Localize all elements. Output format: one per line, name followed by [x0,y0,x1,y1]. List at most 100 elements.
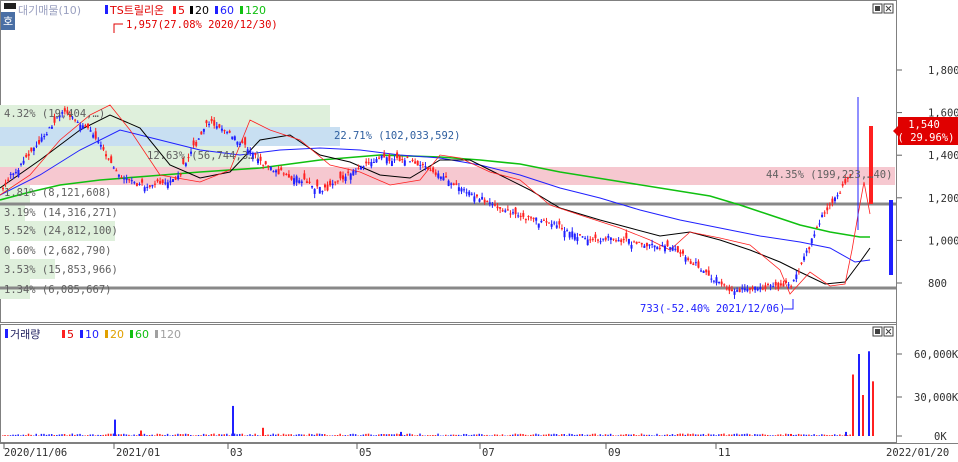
volume-bar [123,433,125,436]
candle-body [730,289,733,291]
candle-body [17,169,20,177]
volume-bar [568,433,571,436]
candle-body [450,183,453,185]
volume-bar [323,434,326,436]
candle-body [609,237,612,240]
candle-body [723,284,726,286]
volume-spike-bar [845,431,847,436]
volume-bar [748,434,751,436]
vp-label-6: 5.52% (24,812,100) [4,225,118,237]
candle-body [792,280,795,282]
candle-body [795,274,798,280]
volume-bar [548,433,550,436]
volume-bar [107,433,110,436]
volume-bar [741,434,743,436]
candle-body [226,132,229,134]
x-label-07: 07 [482,447,495,459]
volume-bar [187,434,189,436]
volume-bar [300,434,303,436]
candle-body [115,170,118,172]
candle-body [79,124,82,131]
volume-bar [493,434,496,436]
volume-bar [501,434,504,436]
volume-bar [512,434,514,436]
candle-body [40,137,43,142]
candle-body [643,245,646,248]
volume-bar [396,433,398,436]
candle-body [540,220,543,223]
candle-body [143,187,146,192]
candle-body [687,258,690,260]
candle-body [403,160,406,166]
candle-body [684,257,687,262]
volume-bar [74,434,76,436]
volume-panel-frame [0,324,897,443]
volume-bar [388,434,390,436]
candle-body [141,179,144,183]
volume-bar [148,435,151,436]
volume-bar [352,433,354,436]
volume-bar [622,434,625,436]
volume-bar [517,434,519,436]
volume-bar [200,435,202,436]
volume-bar [233,433,236,436]
volume-bar [81,435,84,436]
candle-body [530,217,533,219]
volume-bar [125,434,128,436]
candle-body [545,221,548,223]
volume-bar [43,433,45,436]
volume-bar [393,434,396,436]
volume-bar [285,434,287,436]
volume-bar [684,434,687,436]
legend-stock: TS트릴리온 [109,4,164,17]
volume-bar [63,433,66,436]
volume-bar [390,434,393,436]
candle-body [682,250,684,254]
price-tick-label: 1,000 [928,235,958,247]
volume-bar [522,434,524,436]
volume-bar [210,434,213,436]
candle-body [357,168,360,170]
candle-body [48,127,51,129]
volume-bar [607,434,609,436]
volume-bar [53,435,56,436]
candle-body [452,183,455,185]
volume-legend-title: 거래량 [10,328,40,341]
candle-body [30,147,33,152]
candle-body [815,226,818,228]
candle-body [223,130,226,132]
candle-body [117,174,120,177]
volume-bar [550,434,553,436]
candle-body [172,179,174,182]
volume-bar [9,435,12,436]
volume-bar [705,435,707,436]
candle-body [738,289,741,293]
candle-body [537,223,540,228]
volume-bar [666,434,669,436]
candle-body [169,180,172,183]
volume-bar [251,435,254,436]
candle-body [470,193,473,195]
candle-body [192,140,195,146]
volume-bar [336,435,339,436]
volume-bar [674,435,676,436]
volume-bar [236,434,238,436]
vp-label-0: 4.32% (19,404,…) [4,108,105,120]
panel-menu-icon[interactable] [4,3,16,9]
volume-bar [334,435,336,436]
volume-bar [823,434,826,436]
candle-body [179,174,182,176]
candle-body [128,179,131,181]
candle-body [653,245,656,248]
volume-bar [831,434,833,436]
volume-legend-60: 60 [135,328,149,341]
candle-body [295,176,298,183]
candle-body [718,282,721,284]
price-axis: 8001,0001,2001,4001,6001,800 [897,65,958,290]
candle-body [87,123,89,128]
high-annotation: 1,957(27.08% 2020/12/30) [126,19,278,31]
candle-body [99,144,102,147]
candle-body [800,262,803,264]
volume-bar [398,434,401,436]
volume-bar [764,434,766,436]
